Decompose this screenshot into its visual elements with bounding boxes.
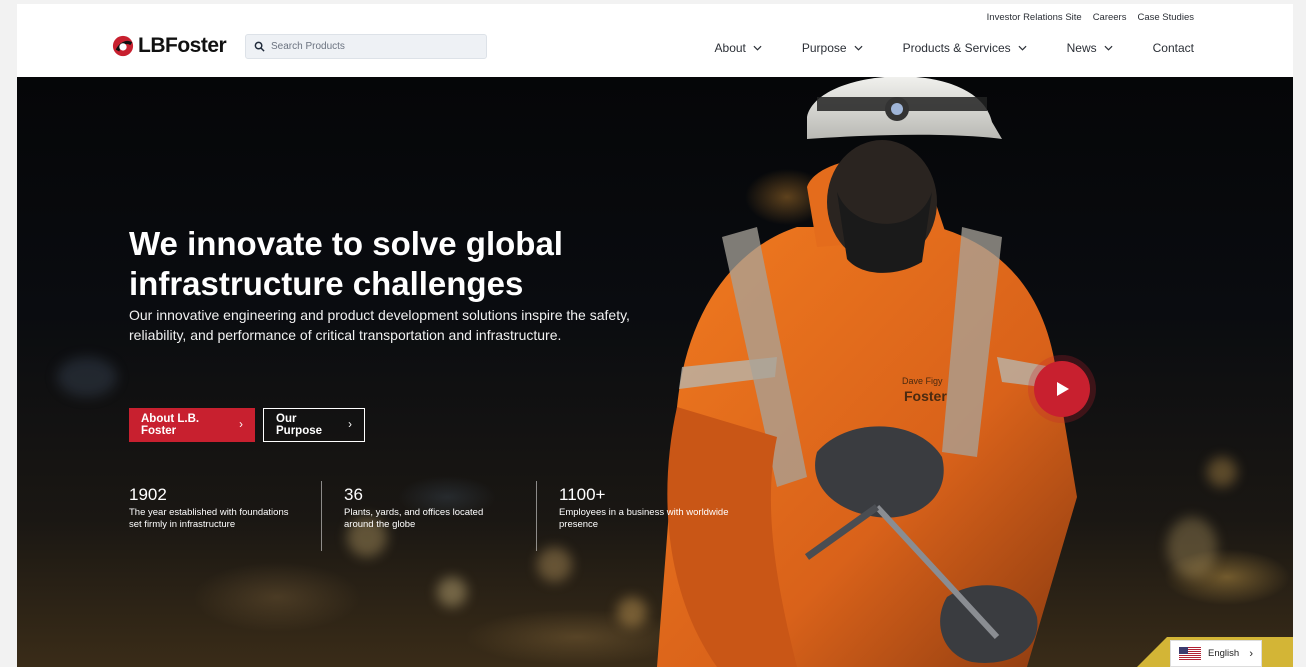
stat-description: Employees in a business with worldwide p…	[559, 507, 729, 530]
chevron-down-icon	[753, 45, 762, 51]
util-link-investor-relations[interactable]: Investor Relations Site	[987, 12, 1082, 23]
nav-item-about[interactable]: About	[715, 41, 762, 55]
search-icon	[254, 41, 265, 52]
util-link-careers[interactable]: Careers	[1093, 12, 1127, 23]
nav-item-contact[interactable]: Contact	[1153, 41, 1194, 55]
utility-nav: Investor Relations Site Careers Case Stu…	[987, 12, 1194, 23]
stat-description: Plants, yards, and offices located aroun…	[344, 507, 484, 530]
site-logo[interactable]: LBFoster	[112, 34, 227, 58]
about-lb-foster-button[interactable]: About L.B. Foster ›	[129, 408, 255, 442]
hero-title: We innovate to solve global infrastructu…	[129, 224, 649, 304]
stat-value: 1902	[129, 485, 167, 504]
logo-mark-icon	[112, 35, 134, 57]
search-input[interactable]	[271, 41, 471, 52]
stat-value: 36	[344, 485, 363, 504]
hero-subtitle: Our innovative engineering and product d…	[129, 307, 630, 343]
chevron-down-icon	[1018, 45, 1027, 51]
chevron-right-icon: ›	[1249, 647, 1253, 660]
util-link-case-studies[interactable]: Case Studies	[1137, 12, 1194, 23]
stat-description: The year established with foundations se…	[129, 507, 289, 530]
chevron-down-icon	[1104, 45, 1113, 51]
language-label: English	[1208, 648, 1240, 659]
worker-illustration: Dave Figy Foster	[657, 77, 1293, 667]
stat-item: 1100+ Employees in a business with world…	[559, 485, 751, 551]
button-label: Our Purpose	[276, 413, 323, 437]
stat-value: 1100+	[559, 485, 606, 504]
stat-item: 1902 The year established with foundatio…	[129, 485, 321, 551]
jacket-name-text: Dave Figy	[902, 376, 943, 386]
chevron-down-icon	[854, 45, 863, 51]
site-header: LBFoster Investor Relations Site Careers…	[17, 4, 1293, 77]
page-frame: LBFoster Investor Relations Site Careers…	[17, 4, 1293, 667]
jacket-brand-text: Foster	[904, 388, 947, 404]
chevron-right-icon: ›	[239, 419, 243, 431]
stat-item: 36 Plants, yards, and offices located ar…	[344, 485, 536, 551]
play-icon	[1057, 382, 1069, 396]
search-bar	[245, 34, 487, 59]
nav-item-label: Contact	[1152, 41, 1194, 55]
nav-item-products-services[interactable]: Products & Services	[903, 41, 1027, 55]
button-label: About L.B. Foster	[141, 413, 200, 437]
nav-item-label: Products & Services	[902, 41, 1011, 55]
logo-text: LBFoster	[138, 34, 227, 58]
nav-item-label: News	[1066, 41, 1097, 55]
us-flag-icon	[1179, 647, 1201, 660]
stats-row: 1902 The year established with foundatio…	[129, 481, 751, 551]
play-video-button[interactable]	[1034, 361, 1090, 417]
stat-divider	[536, 481, 537, 551]
our-purpose-button[interactable]: Our Purpose ›	[263, 408, 365, 442]
logo-text-prefix: LB	[138, 34, 166, 57]
hero-title-line: infrastructure challenges	[129, 265, 524, 302]
nav-item-label: About	[714, 41, 746, 55]
stat-divider	[321, 481, 322, 551]
hero-title-line: We innovate to solve global	[129, 225, 563, 262]
main-nav: About Purpose Products & Services News C…	[715, 41, 1194, 55]
nav-item-news[interactable]: News	[1067, 41, 1113, 55]
language-selector[interactable]: English ›	[1170, 640, 1262, 667]
nav-item-label: Purpose	[801, 41, 847, 55]
nav-item-purpose[interactable]: Purpose	[802, 41, 863, 55]
hero-section: Dave Figy Foster We innovate to solve gl…	[17, 77, 1293, 667]
logo-text-suffix: Foster	[165, 34, 227, 57]
chevron-right-icon: ›	[348, 419, 352, 431]
